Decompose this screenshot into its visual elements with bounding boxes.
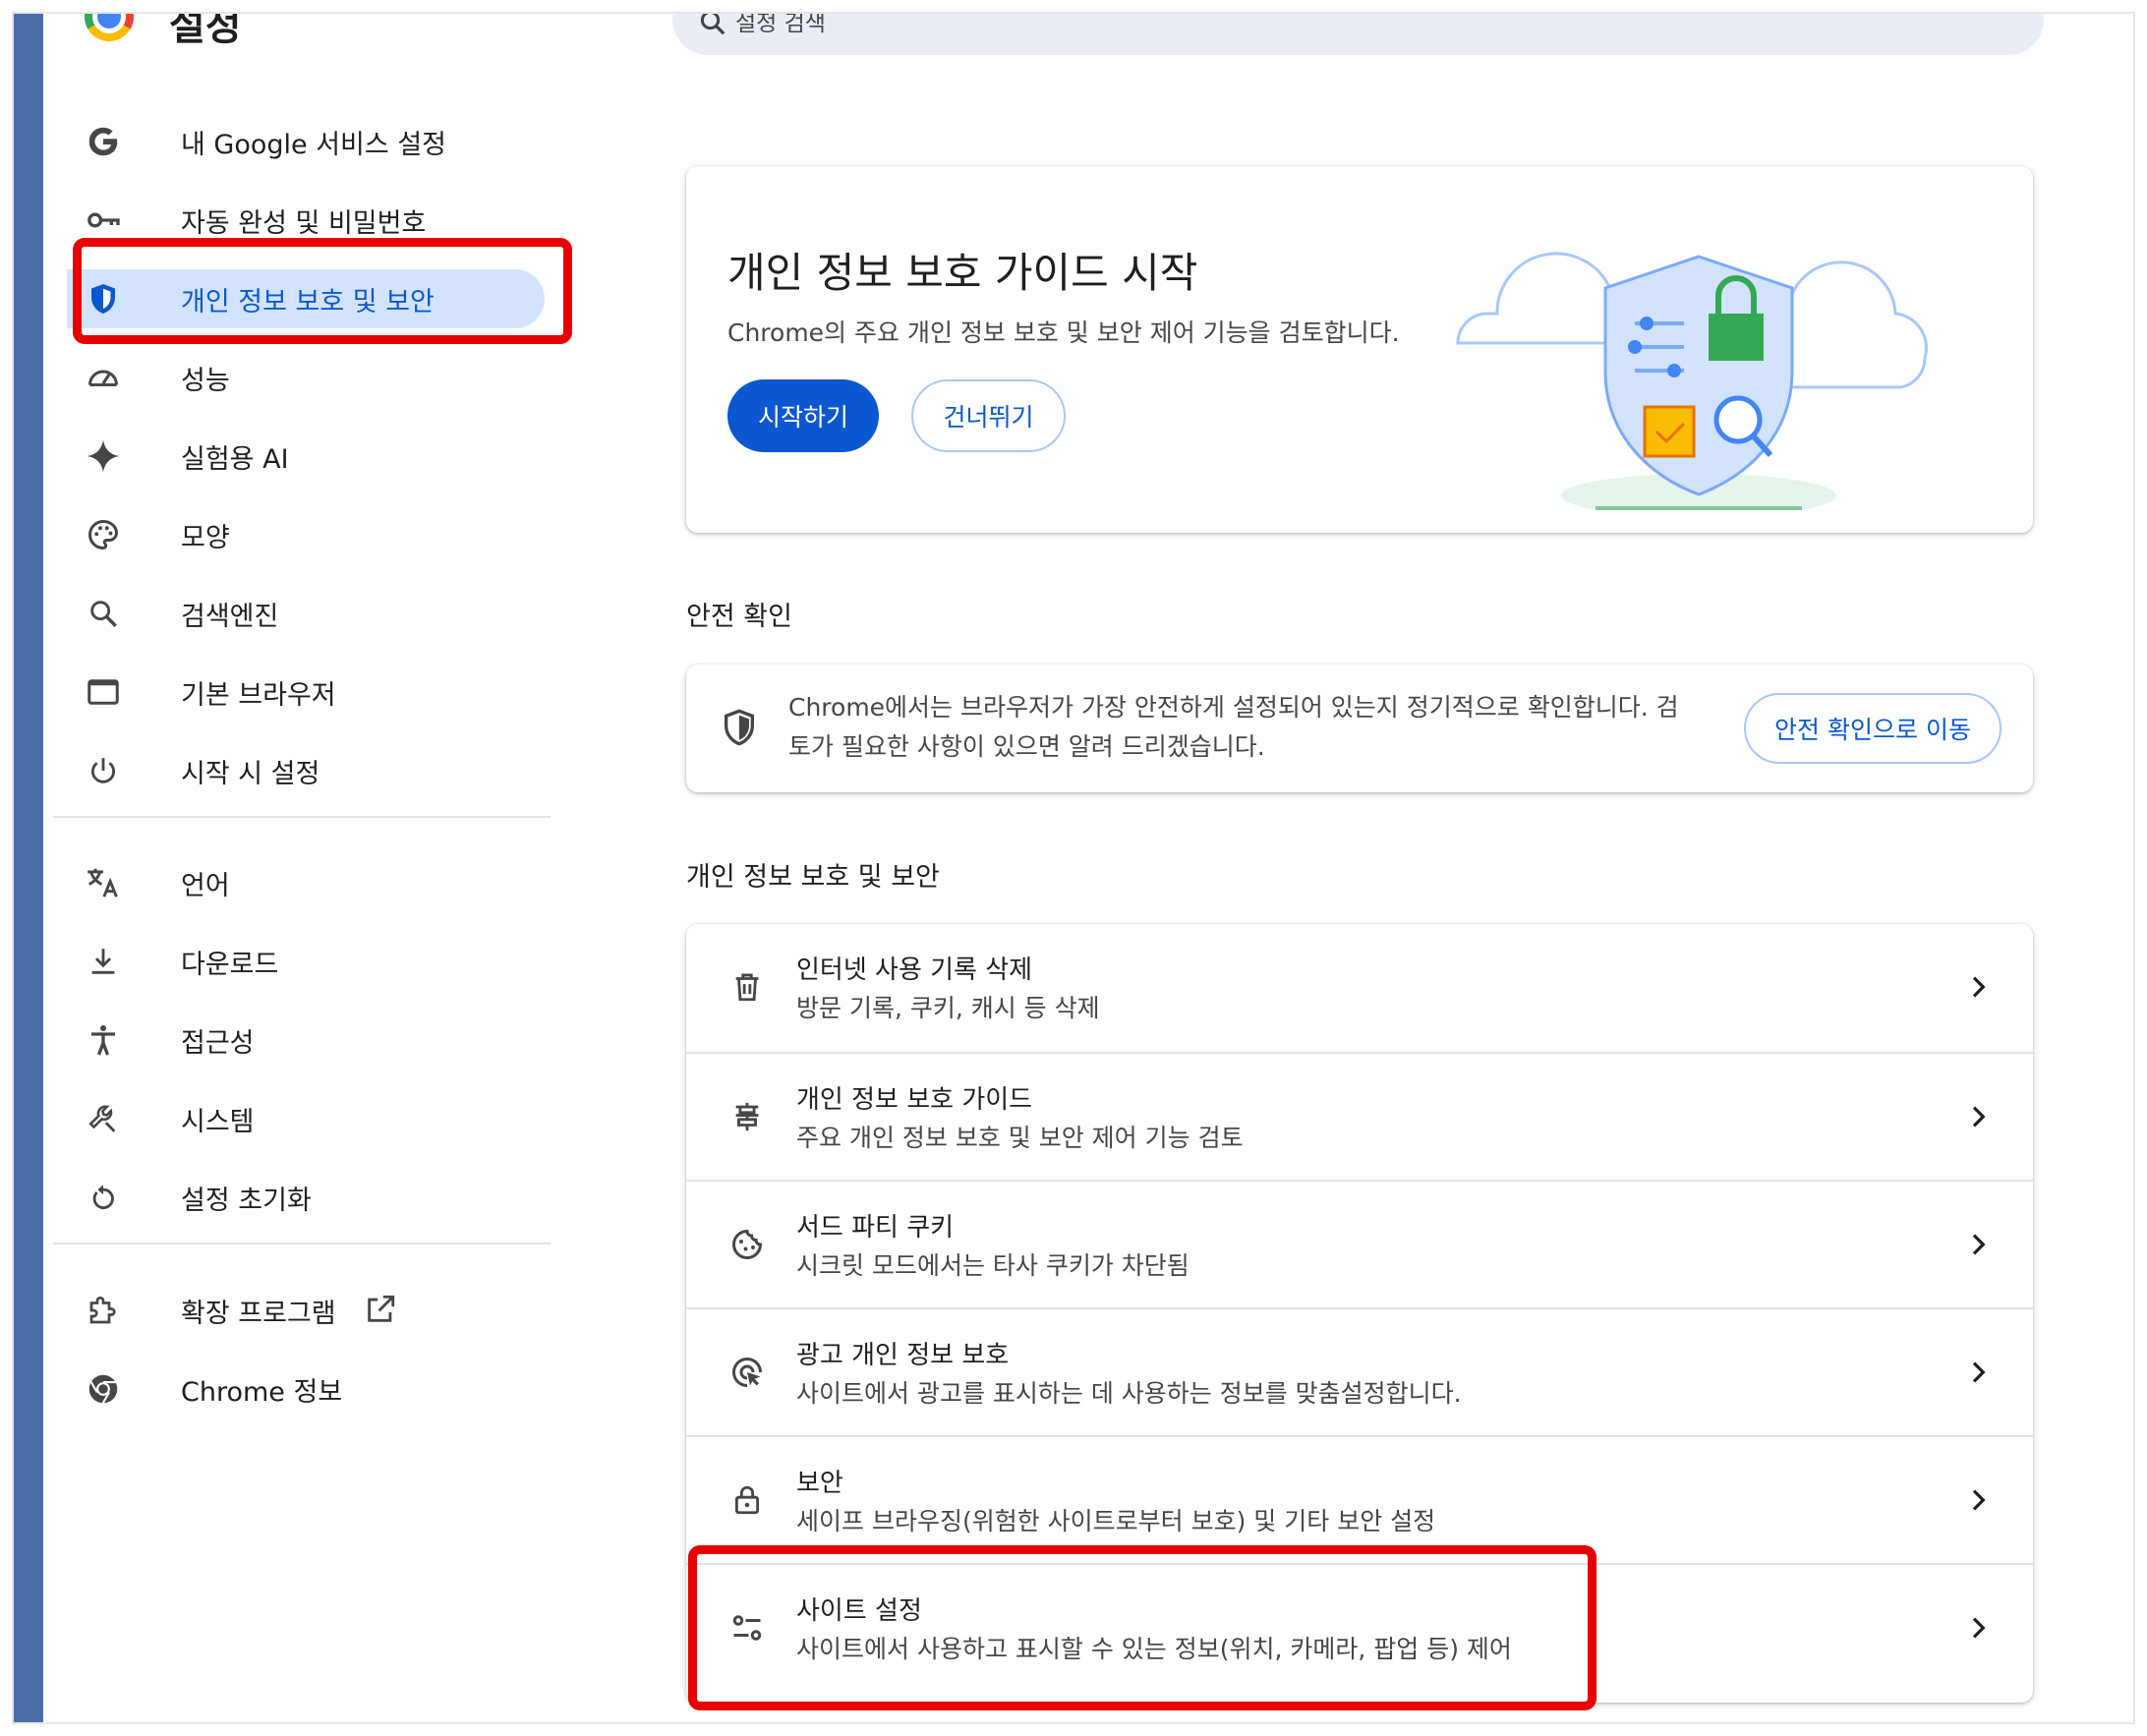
external-link-icon [364, 1293, 397, 1330]
sidebar-item-label: 검색엔진 [181, 601, 279, 632]
sidebar-item-label: 설정 초기화 [181, 1185, 312, 1216]
list-item-clear-browsing-data[interactable]: 인터넷 사용 기록 삭제 방문 기록, 쿠키, 캐시 등 삭제 [686, 924, 2033, 1052]
google-g-icon [77, 115, 130, 168]
search-box[interactable]: 설정 검색 [672, 14, 2044, 55]
sidebar-item-label: 성능 [181, 365, 230, 396]
start-button[interactable]: 시작하기 [727, 379, 879, 452]
sidebar-item-languages[interactable]: 언어 [73, 853, 535, 912]
highlight-box-sidebar [73, 238, 572, 344]
sparkle-icon [77, 430, 130, 483]
go-to-safety-check-button[interactable]: 안전 확인으로 이동 [1744, 693, 2002, 764]
chevron-right-icon [1962, 1101, 1994, 1136]
trash-icon [724, 963, 771, 1011]
settings-window: 설정 설정 검색 내 Google 서비스 설정 자동 완성 및 비밀번호 개인… [14, 14, 2133, 1722]
sidebar-item-default-browser[interactable]: 기본 브라우저 [73, 663, 535, 722]
privacy-guide-title: 개인 정보 보호 가이드 시작 [727, 249, 1198, 297]
list-item-third-party-cookies[interactable]: 서드 파티 쿠키 시크릿 모드에서는 타사 쿠키가 차단됨 [686, 1180, 2033, 1309]
sidebar-item-performance[interactable]: 성능 [73, 348, 535, 407]
chevron-right-icon [1962, 971, 1994, 1007]
list-item-title: 광고 개인 정보 보호 [796, 1341, 1010, 1370]
list-item-title: 보안 [796, 1469, 843, 1498]
reset-icon [77, 1171, 130, 1224]
list-item-privacy-guide[interactable]: 개인 정보 보호 가이드 주요 개인 정보 보호 및 보안 제어 기능 검토 [686, 1052, 2033, 1182]
sidebar-item-experimental-ai[interactable]: 실험용 AI [73, 427, 535, 486]
wrench-icon [77, 1092, 130, 1145]
sidebar-item-appearance[interactable]: 모양 [73, 505, 535, 564]
lock-icon [724, 1476, 771, 1524]
sidebar-item-label: 확장 프로그램 [181, 1298, 336, 1329]
list-item-title: 서드 파티 쿠키 [796, 1213, 955, 1243]
sidebar-item-label: 접근성 [181, 1027, 255, 1059]
power-icon [77, 744, 130, 797]
shield-icon [720, 708, 759, 751]
sidebar-item-label: 시스템 [181, 1106, 255, 1137]
safety-check-heading: 안전 확인 [686, 602, 792, 632]
sidebar-item-downloads[interactable]: 다운로드 [73, 932, 535, 991]
privacy-guide-card: 개인 정보 보호 가이드 시작 Chrome의 주요 개인 정보 보호 및 보안… [686, 166, 2033, 533]
cookie-icon [724, 1221, 771, 1268]
sidebar-item-label: 모양 [181, 522, 230, 553]
privacy-section-heading: 개인 정보 보호 및 보안 [686, 862, 940, 893]
sidebar-item-label: 자동 완성 및 비밀번호 [181, 207, 427, 239]
list-item-subtitle: 세이프 브라우징(위험한 사이트로부터 보호) 및 기타 보안 설정 [796, 1507, 1436, 1535]
list-item-title: 인터넷 사용 기록 삭제 [796, 955, 1033, 985]
highlight-box-site-settings [688, 1545, 1596, 1710]
sidebar-item-on-startup[interactable]: 시작 시 설정 [73, 741, 535, 800]
sidebar-item-label: 시작 시 설정 [181, 758, 320, 789]
search-icon [77, 587, 130, 640]
list-item-subtitle: 방문 기록, 쿠키, 캐시 등 삭제 [796, 994, 1100, 1022]
download-icon [77, 935, 130, 988]
sidebar-item-about-chrome[interactable]: Chrome 정보 [73, 1360, 535, 1418]
browser-window-icon [77, 665, 130, 719]
list-item-title: 개인 정보 보호 가이드 [796, 1085, 1033, 1115]
sidebar-item-reset[interactable]: 설정 초기화 [73, 1168, 535, 1227]
chevron-right-icon [1962, 1229, 1994, 1264]
chevron-right-icon [1962, 1357, 1994, 1392]
accessibility-icon [77, 1013, 130, 1067]
sidebar-item-google-services[interactable]: 내 Google 서비스 설정 [73, 112, 535, 171]
sidebar-item-accessibility[interactable]: 접근성 [73, 1011, 535, 1070]
chrome-logo-icon [85, 14, 134, 41]
search-placeholder: 설정 검색 [735, 14, 826, 36]
sidebar-item-search-engine[interactable]: 검색엔진 [73, 584, 535, 643]
list-item-ad-privacy[interactable]: 광고 개인 정보 보호 사이트에서 광고를 표시하는 데 사용하는 정보를 맞춤… [686, 1307, 2033, 1437]
privacy-guide-icon [724, 1093, 771, 1140]
sidebar-item-label: 언어 [181, 870, 230, 901]
sidebar-divider [53, 816, 551, 818]
sidebar-item-label: 기본 브라우저 [181, 679, 336, 711]
list-item-subtitle: 시크릿 모드에서는 타사 쿠키가 차단됨 [796, 1251, 1190, 1280]
sidebar-item-system[interactable]: 시스템 [73, 1089, 535, 1148]
safety-check-card: Chrome에서는 브라우저가 가장 안전하게 설정되어 있는지 정기적으로 확… [686, 665, 2033, 792]
safety-check-description: Chrome에서는 브라우저가 가장 안전하게 설정되어 있는지 정기적으로 확… [788, 693, 1679, 761]
sidebar-item-label: 실험용 AI [181, 443, 289, 475]
privacy-guide-illustration [1438, 205, 1989, 517]
page-title: 설정 [169, 14, 242, 49]
sidebar-item-extensions[interactable]: 확장 프로그램 [73, 1281, 535, 1340]
chevron-right-icon [1962, 1612, 1994, 1648]
sidebar-item-label: 다운로드 [181, 949, 279, 980]
search-icon [698, 14, 727, 41]
sidebar-item-label: 내 Google 서비스 설정 [181, 129, 446, 160]
chrome-icon [77, 1362, 130, 1416]
puzzle-icon [77, 1284, 130, 1337]
sidebar-divider [53, 1243, 551, 1244]
left-edge-bar [14, 14, 43, 1722]
list-item-subtitle: 사이트에서 광고를 표시하는 데 사용하는 정보를 맞춤설정합니다. [796, 1379, 1462, 1408]
chevron-right-icon [1962, 1484, 1994, 1520]
speedometer-icon [77, 351, 130, 404]
translate-icon [77, 856, 130, 909]
skip-button[interactable]: 건너뛰기 [911, 379, 1066, 452]
palette-icon [77, 508, 130, 561]
list-item-subtitle: 주요 개인 정보 보호 및 보안 제어 기능 검토 [796, 1124, 1244, 1152]
sidebar-item-label: Chrome 정보 [181, 1376, 343, 1408]
ad-privacy-icon [724, 1349, 771, 1396]
privacy-guide-subtitle: Chrome의 주요 개인 정보 보호 및 보안 제어 기능을 검토합니다. [727, 318, 1400, 347]
